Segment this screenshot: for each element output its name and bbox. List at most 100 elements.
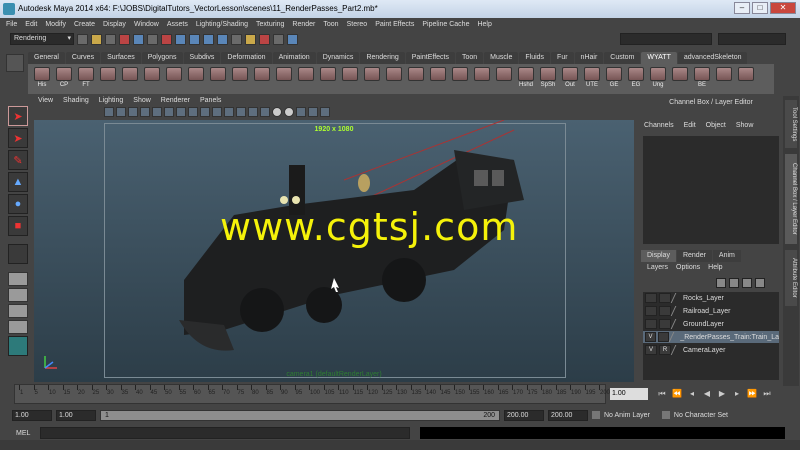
- safe-action-icon[interactable]: [200, 107, 210, 117]
- shelf-tab-dynamics[interactable]: Dynamics: [316, 52, 360, 64]
- layer-visibility-toggle[interactable]: V: [645, 345, 657, 355]
- move-tool-icon[interactable]: ▲: [8, 172, 28, 192]
- step-forward-key-icon[interactable]: ⏩: [746, 388, 758, 400]
- layer-visibility-toggle[interactable]: [645, 306, 657, 316]
- menu-paint-effects[interactable]: Paint Effects: [375, 21, 414, 28]
- quick-select-field[interactable]: [718, 33, 786, 45]
- playback-start-field[interactable]: 1.00: [56, 409, 96, 421]
- shelf-button[interactable]: [164, 67, 184, 82]
- layer-row[interactable]: Railroad_Layer: [643, 305, 779, 317]
- wireframe-icon[interactable]: [224, 107, 234, 117]
- shelf-button[interactable]: His: [32, 67, 52, 88]
- rotate-tool-icon[interactable]: ●: [8, 194, 28, 214]
- menu-assets[interactable]: Assets: [167, 21, 188, 28]
- panel-divider[interactable]: [634, 94, 640, 382]
- xray-joints-icon[interactable]: [308, 107, 318, 117]
- animation-end-field[interactable]: 200.00: [548, 409, 588, 421]
- gate-mask-icon[interactable]: [176, 107, 186, 117]
- panel-menu-shading[interactable]: Shading: [63, 96, 89, 106]
- shelf-tab-painteffects[interactable]: PaintEffects: [405, 52, 455, 64]
- shelf-tab-general[interactable]: General: [28, 52, 65, 64]
- layer-row[interactable]: Rocks_Layer: [643, 292, 779, 304]
- single-pane-layout-icon[interactable]: [8, 272, 28, 286]
- new-scene-icon[interactable]: [77, 33, 88, 45]
- menu-texturing[interactable]: Texturing: [256, 21, 284, 28]
- lasso-tool-icon[interactable]: ➤: [8, 128, 28, 148]
- layer-color-icon[interactable]: [670, 306, 684, 316]
- layer-menu-help[interactable]: Help: [708, 264, 722, 276]
- snap-grid-icon[interactable]: [175, 33, 186, 45]
- maximize-button[interactable]: □: [752, 2, 768, 14]
- shelf-tab-deformation[interactable]: Deformation: [221, 52, 272, 64]
- range-slider[interactable]: 1 200: [100, 409, 500, 421]
- shadows-icon[interactable]: [284, 107, 294, 117]
- current-frame-field[interactable]: 1.00: [610, 388, 648, 400]
- shelf-tab-muscle[interactable]: Muscle: [484, 52, 519, 64]
- menu-lighting-shading[interactable]: Lighting/Shading: [196, 21, 248, 28]
- shelf-button[interactable]: [406, 67, 426, 82]
- panel-menu-lighting[interactable]: Lighting: [99, 96, 124, 106]
- persp-outliner-layout-icon[interactable]: [8, 304, 28, 318]
- quick-command-field[interactable]: [620, 33, 712, 45]
- shelf-button[interactable]: [472, 67, 492, 82]
- layer-row-selected[interactable]: V _RenderPasses_Train:Train_La: [643, 331, 779, 343]
- step-back-frame-icon[interactable]: ◂: [686, 388, 698, 400]
- command-input[interactable]: [40, 427, 411, 439]
- layer-color-icon[interactable]: [670, 345, 684, 355]
- snap-point-icon[interactable]: [203, 33, 214, 45]
- select-tool-icon[interactable]: ➤: [8, 106, 28, 126]
- tab-anim[interactable]: Anim: [712, 250, 741, 262]
- channel-box-area[interactable]: [643, 136, 779, 244]
- tab-display[interactable]: Display: [641, 250, 676, 262]
- bookmark-icon[interactable]: [116, 107, 126, 117]
- layer-visibility-toggle[interactable]: [645, 293, 657, 303]
- menu-window[interactable]: Window: [134, 21, 159, 28]
- menu-modify[interactable]: Modify: [45, 21, 66, 28]
- hypershade-icon[interactable]: [287, 33, 298, 45]
- open-scene-icon[interactable]: [91, 33, 102, 45]
- shelf-button[interactable]: [670, 67, 690, 82]
- persp-graph-layout-icon[interactable]: [8, 320, 28, 334]
- shelf-menu-gear-icon[interactable]: [6, 54, 24, 72]
- film-gate-icon[interactable]: [152, 107, 162, 117]
- select-component-icon[interactable]: [147, 33, 158, 45]
- layer-menu-layers[interactable]: Layers: [647, 264, 668, 276]
- shelf-button[interactable]: [142, 67, 162, 82]
- layer-reference-toggle[interactable]: [659, 306, 671, 316]
- layer-visibility-toggle[interactable]: [645, 319, 657, 329]
- layer-row[interactable]: V R CameraLayer: [643, 344, 779, 356]
- go-to-end-icon[interactable]: ⏭: [761, 388, 773, 400]
- shelf-button[interactable]: SpSh: [538, 67, 558, 88]
- menu-display[interactable]: Display: [103, 21, 126, 28]
- layer-menu-options[interactable]: Options: [676, 264, 700, 276]
- shelf-tab-fluids[interactable]: Fluids: [519, 52, 551, 64]
- panel-menu-panels[interactable]: Panels: [200, 96, 221, 106]
- shelf-button[interactable]: Hshd: [516, 67, 536, 88]
- anim-layer-dropdown[interactable]: No Anim Layer: [604, 412, 650, 419]
- shelf-button[interactable]: [230, 67, 250, 82]
- shelf-button[interactable]: [186, 67, 206, 82]
- use-all-lights-icon[interactable]: [272, 107, 282, 117]
- character-set-dropdown[interactable]: No Character Set: [674, 412, 728, 419]
- shelf-tab-surfaces[interactable]: Surfaces: [101, 52, 141, 64]
- channel-menu-channels[interactable]: Channels: [644, 122, 674, 134]
- shelf-tab-rendering[interactable]: Rendering: [360, 52, 405, 64]
- panel-menu-show[interactable]: Show: [133, 96, 151, 106]
- paint-select-tool-icon[interactable]: ✎: [8, 150, 28, 170]
- mel-label[interactable]: MEL: [16, 430, 30, 437]
- layer-row[interactable]: GroundLayer: [643, 318, 779, 330]
- snap-plane-icon[interactable]: [217, 33, 228, 45]
- save-scene-icon[interactable]: [105, 33, 116, 45]
- shelf-button[interactable]: [318, 67, 338, 82]
- history-icon[interactable]: [231, 33, 242, 45]
- render-settings-icon[interactable]: [273, 33, 284, 45]
- field-chart-icon[interactable]: [188, 107, 198, 117]
- wireframe-on-shaded-icon[interactable]: [248, 107, 258, 117]
- shelf-tab-animation[interactable]: Animation: [272, 52, 316, 64]
- shelf-tab-toon[interactable]: Toon: [455, 52, 484, 64]
- channel-menu-edit[interactable]: Edit: [684, 122, 696, 134]
- shelf-button[interactable]: [296, 67, 316, 82]
- safe-title-icon[interactable]: [212, 107, 222, 117]
- shelf-button[interactable]: [494, 67, 514, 82]
- perspective-viewport[interactable]: 1920 x 1080 www.cgtsj.com camera1 (defau…: [34, 120, 634, 382]
